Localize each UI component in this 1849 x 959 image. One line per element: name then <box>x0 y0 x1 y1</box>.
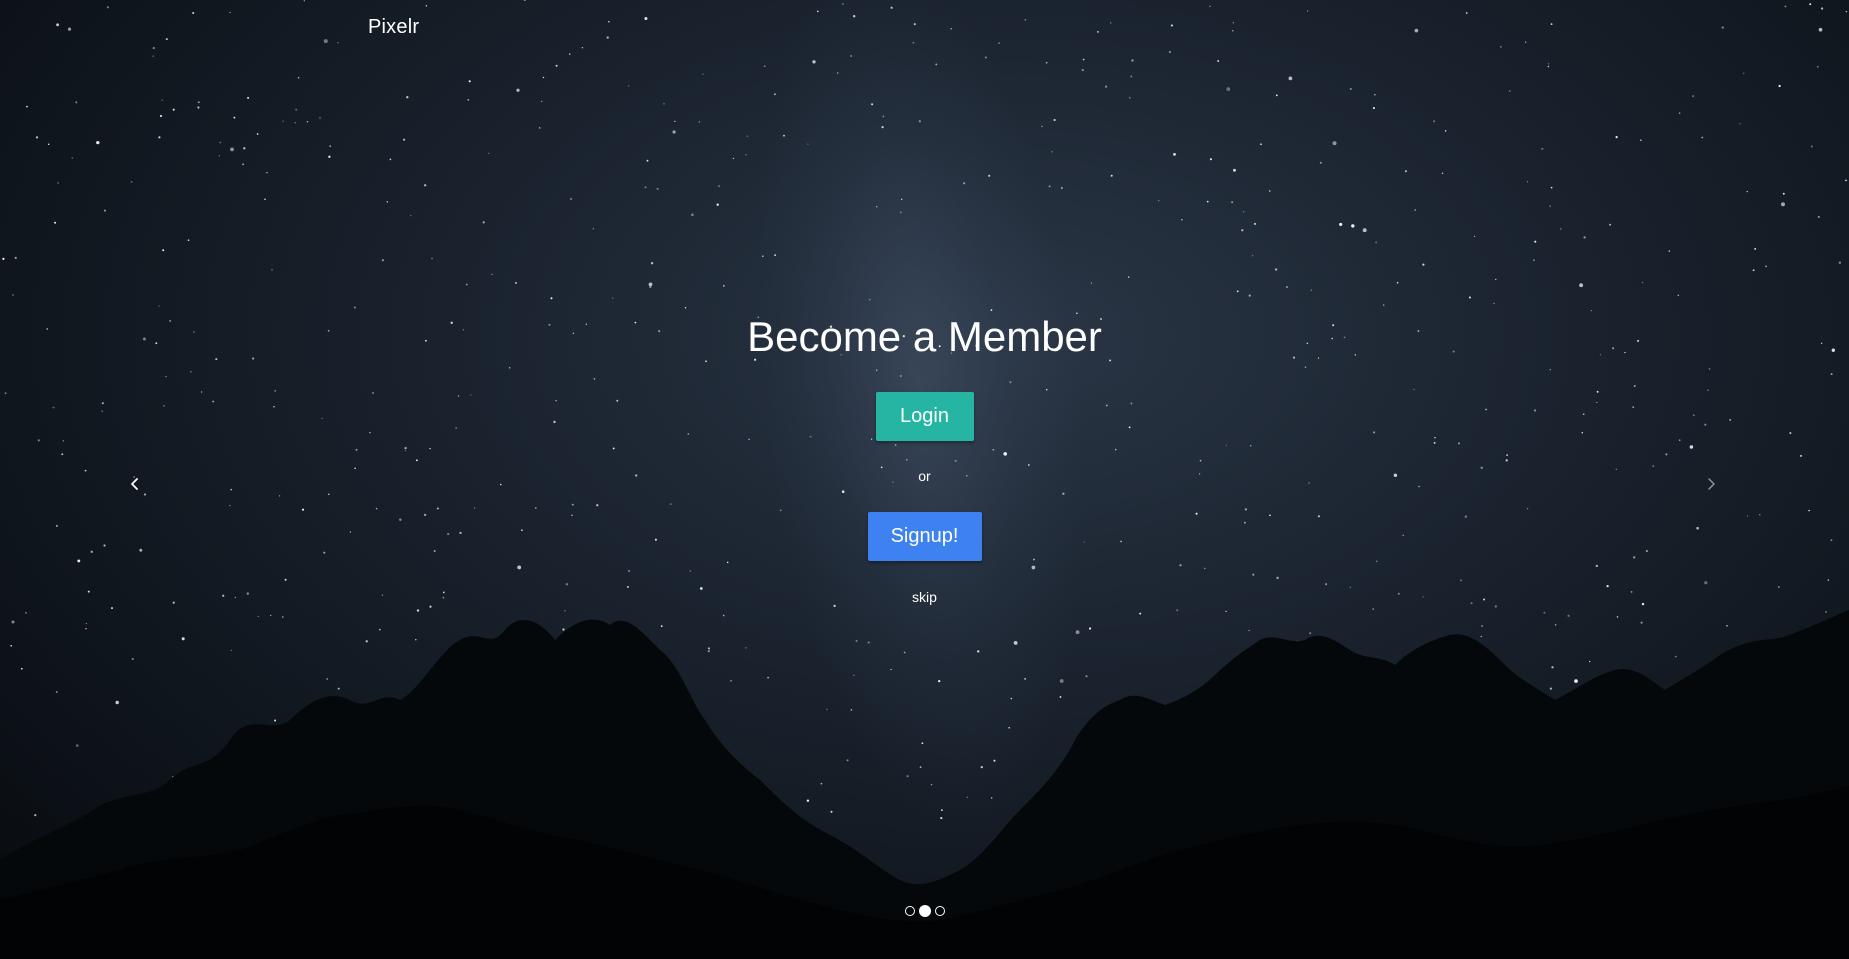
carousel-dot-2[interactable] <box>918 905 931 917</box>
carousel-indicators <box>0 905 1849 917</box>
hero-background: Pixelr Become a Member Login or Signup! … <box>0 0 1849 959</box>
carousel-dot-1[interactable] <box>904 906 915 916</box>
login-button[interactable]: Login <box>875 392 974 442</box>
or-separator: or <box>918 468 931 485</box>
carousel-dot-3[interactable] <box>934 906 945 916</box>
skip-link[interactable]: skip <box>912 589 937 605</box>
brand-logo[interactable]: Pixelr <box>368 16 419 39</box>
member-panel: Become a Member Login or Signup! skip <box>0 300 1849 607</box>
page-title: Become a Member <box>747 313 1102 360</box>
signup-button[interactable]: Signup! <box>867 512 982 562</box>
